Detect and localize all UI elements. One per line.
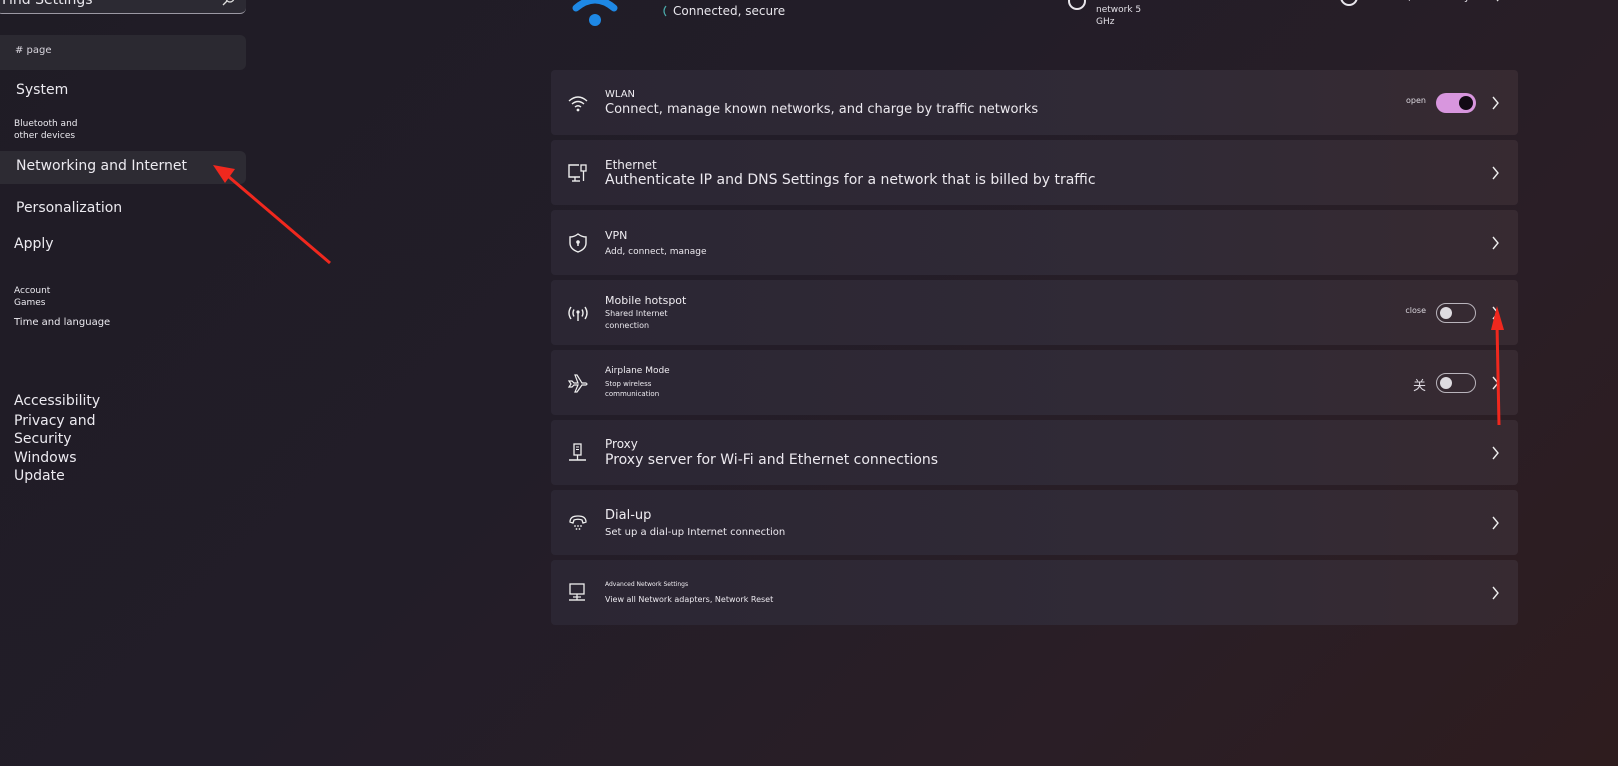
toggle-knob — [1459, 96, 1473, 110]
card-airplane-mode[interactable]: Airplane Mode Stop wireless communicatio… — [551, 350, 1518, 415]
connection-status-text: Connected, secure — [673, 4, 786, 18]
properties-icon — [1068, 0, 1086, 10]
airplane-icon — [567, 374, 588, 393]
toggle-state-label: 关 — [1412, 379, 1426, 394]
card-title: Proxy — [605, 437, 638, 451]
sidebar-item-games[interactable]: Games — [14, 298, 45, 308]
toggle-knob — [1440, 377, 1452, 389]
chevron-right-icon[interactable] — [1491, 376, 1500, 390]
card-ethernet[interactable]: Ethernet Authenticate IP and DNS Setting… — [551, 140, 1518, 205]
card-subtitle: Authenticate IP and DNS Settings for a n… — [605, 171, 1096, 188]
search-input-value: Find Settings — [2, 0, 93, 8]
chevron-right-icon[interactable] — [1491, 166, 1500, 180]
card-subtitle: View all Network adapters, Network Reset — [605, 595, 774, 604]
card-subtitle: Stop wireless communication — [605, 380, 660, 398]
card-wlan[interactable]: WLAN Connect, manage known networks, and… — [551, 70, 1518, 135]
card-subtitle: Add, connect, manage — [605, 246, 707, 257]
card-proxy[interactable]: Proxy Proxy server for Wi-Fi and Etherne… — [551, 420, 1518, 485]
card-subtitle: Shared Internet connection — [605, 308, 668, 330]
find-page-item[interactable]: # page — [0, 35, 246, 70]
sidebar-item-networking[interactable]: Networking and Internet — [0, 151, 246, 184]
wifi-icon — [568, 96, 588, 112]
ethernet-icon — [568, 164, 587, 182]
card-dial-up[interactable]: Dial-up Set up a dial-up Internet connec… — [551, 490, 1518, 555]
sidebar-item-accessibility[interactable]: Accessibility — [14, 393, 100, 409]
chevron-right-icon[interactable] — [1491, 96, 1500, 110]
sidebar-item-apply[interactable]: Apply — [14, 236, 54, 252]
card-title: Ethernet — [605, 157, 657, 172]
sidebar-item-networking-label: Networking and Internet — [16, 158, 187, 174]
chevron-right-icon[interactable] — [1491, 236, 1500, 250]
search-settings-input[interactable]: Find Settings — [0, 0, 246, 14]
network-settings-list: WLAN Connect, manage known networks, and… — [551, 70, 1518, 630]
hotspot-icon — [568, 306, 588, 321]
network-type-text: Public network 5 GHz — [1096, 0, 1142, 27]
card-title: Dial-up — [605, 507, 652, 523]
airplane-mode-toggle[interactable] — [1436, 373, 1476, 393]
card-subtitle: Set up a dial-up Internet connection — [605, 526, 786, 538]
sidebar-item-privacy-security[interactable]: Privacy and Security — [14, 412, 104, 448]
chevron-right-icon[interactable] — [1491, 446, 1500, 460]
search-icon[interactable] — [222, 0, 236, 6]
dialup-icon — [569, 515, 587, 530]
mobile-hotspot-toggle[interactable] — [1436, 303, 1476, 323]
sidebar-item-windows-update[interactable]: Windows Update — [14, 449, 84, 485]
card-subtitle: Proxy server for Wi-Fi and Ethernet conn… — [605, 452, 939, 468]
wifi-status-icon — [572, 0, 618, 26]
vpn-shield-icon — [569, 233, 587, 253]
advanced-network-icon — [569, 583, 585, 601]
chevron-right-icon[interactable] — [1491, 306, 1500, 320]
card-subtitle: Connect, manage known networks, and char… — [605, 101, 1039, 117]
chevron-right-icon — [1496, 0, 1499, 2]
card-advanced-network-settings[interactable]: Advanced Network Settings View all Netwo… — [551, 560, 1518, 625]
toggle-state-label: open — [1406, 96, 1426, 105]
card-title: Mobile hotspot — [605, 293, 687, 307]
sidebar-item-account[interactable]: Account — [14, 286, 50, 296]
card-vpn[interactable]: VPN Add, connect, manage — [551, 210, 1518, 275]
card-title: WLAN — [605, 88, 636, 100]
chevron-right-icon[interactable] — [1491, 516, 1500, 530]
connection-status: Connected, secure — [662, 4, 785, 18]
lock-icon — [663, 5, 667, 17]
sidebar-item-bluetooth[interactable]: Bluetooth and other devices — [14, 118, 104, 142]
chevron-right-icon[interactable] — [1491, 586, 1500, 600]
card-mobile-hotspot[interactable]: Mobile hotspot Shared Internet connectio… — [551, 280, 1518, 345]
toggle-state-label: close — [1405, 306, 1426, 315]
data-usage-icon — [1340, 0, 1358, 6]
proxy-icon — [569, 443, 586, 461]
card-title: Airplane Mode — [605, 366, 670, 376]
sidebar-item-time-language[interactable]: Time and language — [14, 317, 110, 328]
data-usage-text: 78.7 GB, last 30 days — [1368, 0, 1475, 3]
sidebar-item-personalization[interactable]: Personalization — [16, 200, 122, 216]
toggle-knob — [1440, 307, 1452, 319]
sidebar-item-system[interactable]: System — [16, 82, 68, 98]
find-page-label: # page — [15, 45, 52, 56]
card-title: Advanced Network Settings — [605, 581, 689, 588]
card-title: VPN — [605, 228, 628, 242]
wlan-toggle[interactable] — [1436, 93, 1476, 113]
